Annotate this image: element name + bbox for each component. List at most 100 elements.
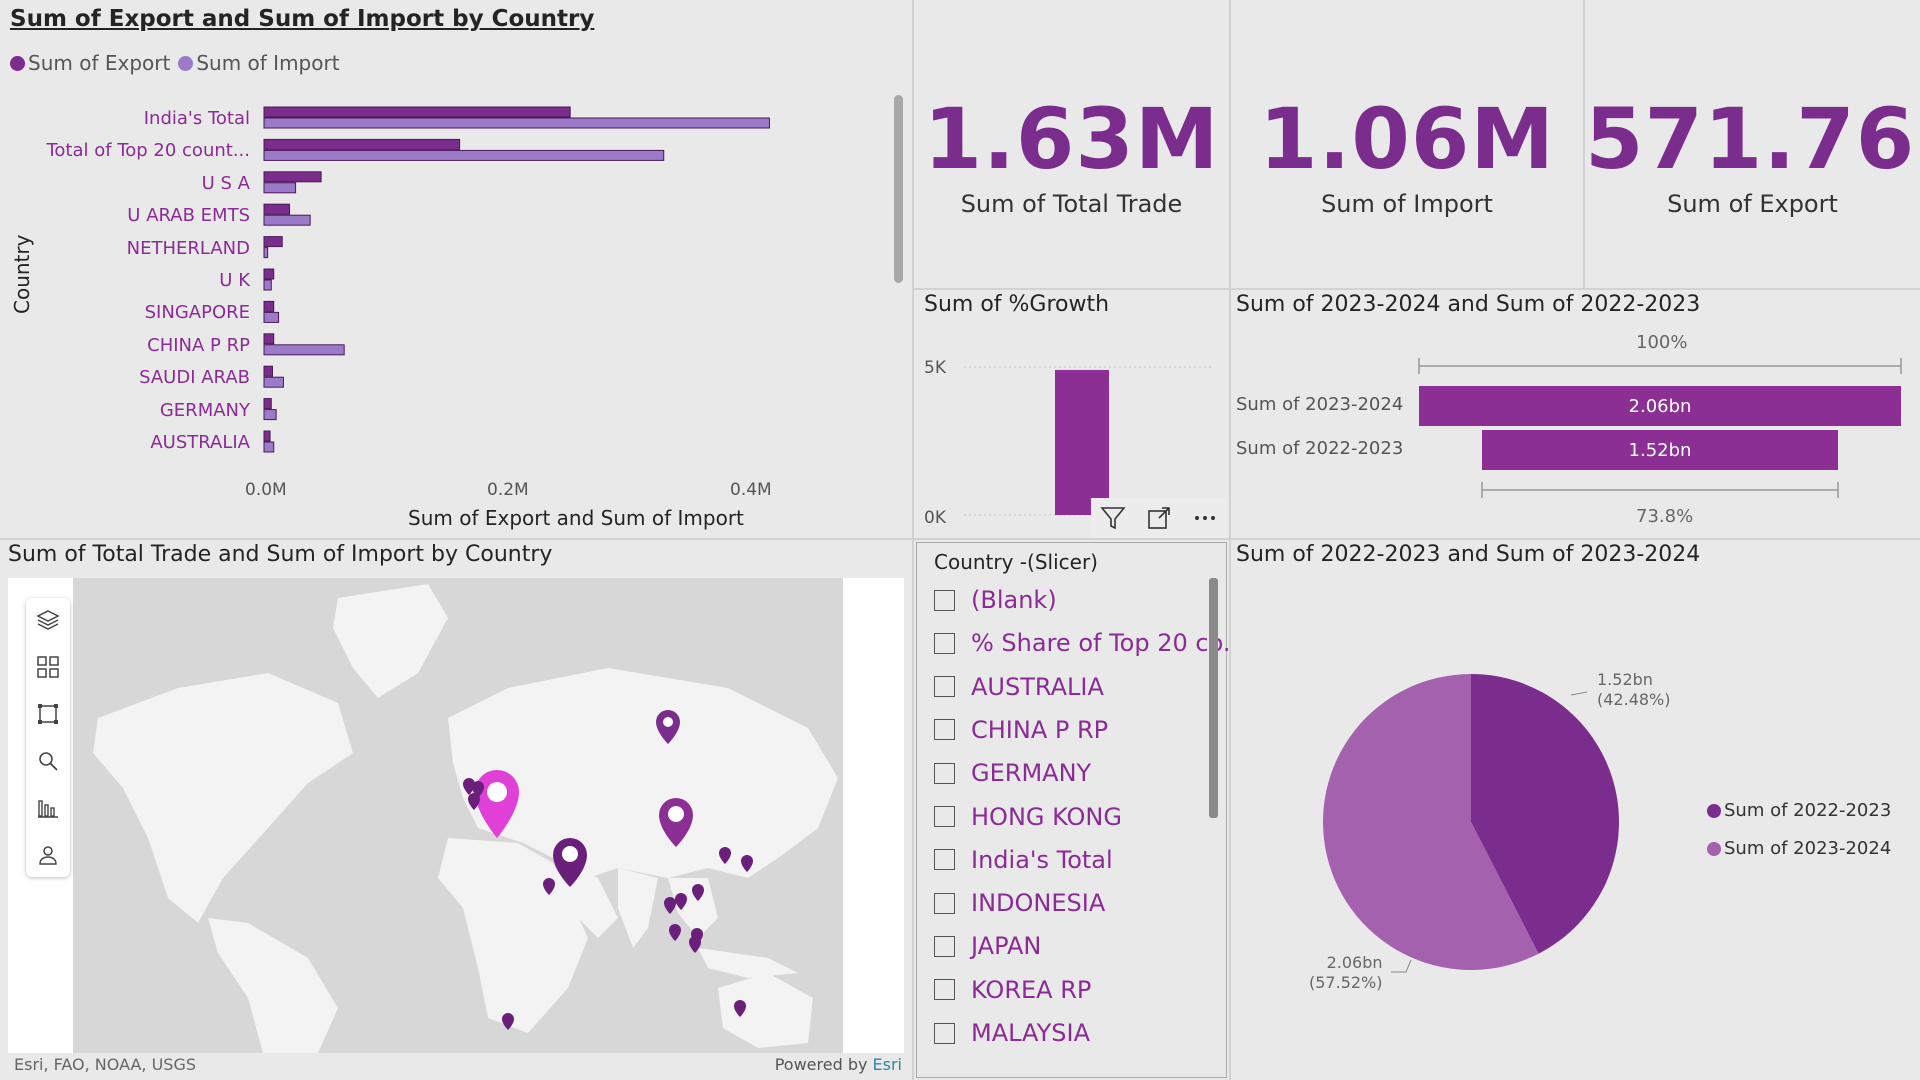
kpi-total-trade-value: 1.63M — [923, 90, 1220, 188]
slicer-checkbox[interactable] — [934, 806, 955, 827]
funnel-row-value-2: 1.52bn — [1628, 440, 1692, 461]
search-icon[interactable] — [30, 743, 66, 779]
pie-legend-dot-2022 — [1707, 804, 1721, 818]
slicer-item[interactable]: (Blank) — [934, 585, 1057, 615]
bar-import[interactable] — [263, 279, 272, 291]
slicer-item-label: CHINA P RP — [971, 715, 1109, 744]
pie-legend-item-2023[interactable]: Sum of 2023-2024 — [1707, 830, 1891, 868]
pie-legend-item-2022[interactable]: Sum of 2022-2023 — [1707, 792, 1891, 830]
slicer-item[interactable]: GERMANY — [934, 758, 1091, 788]
map-esri-link[interactable]: Esri — [873, 1055, 902, 1074]
slicer-checkbox[interactable] — [934, 892, 955, 914]
slicer-checkbox[interactable] — [934, 589, 955, 611]
bar-export[interactable] — [263, 106, 571, 118]
slicer-checkbox[interactable] — [934, 849, 955, 871]
bar-export[interactable] — [263, 430, 271, 442]
kpi-import-card: 1.06M Sum of Import — [1231, 0, 1585, 290]
bar-export[interactable] — [263, 171, 322, 183]
pie-slice2-value: 2.06bn — [1326, 953, 1383, 972]
x-tick-0: 0.0M — [245, 480, 287, 500]
slicer-title: Country -(Slicer) — [934, 550, 1098, 574]
bar-chart-scrollbar[interactable] — [894, 95, 903, 283]
funnel-chart-panel: Sum of 2023-2024 and Sum of 2022-2023 10… — [1231, 290, 1920, 540]
filter-icon[interactable] — [1095, 500, 1131, 536]
pie-legend-label-2023: Sum of 2023-2024 — [1724, 838, 1892, 859]
slicer-item[interactable]: MALAYSIA — [934, 1018, 1090, 1048]
slicer-item-label: AUSTRALIA — [971, 672, 1104, 701]
visual-header — [1091, 498, 1227, 538]
map-canvas[interactable]: Esri, FAO, NOAA, USGS — [8, 578, 904, 1053]
bar-legend-icon[interactable] — [30, 790, 66, 826]
slicer-checkbox[interactable] — [934, 719, 955, 741]
focus-mode-icon[interactable] — [1141, 500, 1177, 536]
bar-chart-plot — [263, 106, 770, 453]
bar-export[interactable] — [263, 398, 272, 410]
slicer-item[interactable]: INDONESIA — [934, 888, 1105, 918]
slicer-scrollbar[interactable] — [1209, 578, 1218, 818]
bar-import[interactable] — [263, 441, 275, 453]
y-axis-title: Country — [10, 234, 34, 314]
category-label: SAUDI ARAB — [139, 367, 250, 389]
slicer-checkbox[interactable] — [934, 676, 955, 698]
growth-bar[interactable] — [1055, 369, 1109, 515]
bar-import[interactable] — [263, 344, 345, 356]
bar-export[interactable] — [263, 268, 275, 280]
funnel-row-label-1: Sum of 2023-2024 — [1236, 394, 1404, 415]
rect-select-icon[interactable] — [30, 696, 66, 732]
map-attribution-text: Esri, FAO, NOAA, USGS — [14, 1055, 197, 1074]
bar-import[interactable] — [263, 117, 770, 129]
pie-chart-panel: Sum of 2022-2023 and Sum of 2023-2024 1.… — [1231, 540, 1920, 1080]
bar-export[interactable] — [263, 203, 291, 215]
layers-icon[interactable] — [30, 602, 66, 638]
bar-import[interactable] — [263, 182, 297, 194]
slicer-checkbox[interactable] — [934, 762, 955, 784]
country-slicer-panel: Country -(Slicer) (Blank) % Share of Top … — [914, 540, 1246, 1080]
more-options-icon[interactable] — [1187, 500, 1223, 536]
slicer-checkbox[interactable] — [934, 935, 955, 957]
slicer-item[interactable]: % Share of Top 20 co... — [934, 628, 1246, 658]
category-label: U K — [219, 270, 250, 291]
slicer-item[interactable]: AUSTRALIA — [934, 672, 1104, 702]
slicer-item-label: HONG KONG — [971, 802, 1122, 831]
kpi-export-card: 571.76K Sum of Export — [1585, 0, 1920, 290]
kpi-total-trade-card: 1.63M Sum of Total Trade — [914, 0, 1231, 290]
slicer-item[interactable]: HONG KONG — [934, 802, 1122, 832]
slicer-checkbox[interactable] — [934, 632, 955, 654]
slicer-item[interactable]: CHINA P RP — [934, 715, 1108, 745]
slicer-item-label: (Blank) — [971, 586, 1057, 614]
legend-dot-export — [10, 55, 25, 71]
slicer-item-label: MALAYSIA — [971, 1019, 1090, 1047]
category-label: Total of Top 20 count... — [46, 140, 250, 162]
pie-slice1-data-label: 1.52bn (42.48%) — [1597, 670, 1671, 710]
bar-import[interactable] — [263, 376, 284, 388]
bar-import[interactable] — [263, 214, 311, 226]
slicer-item[interactable]: KOREA RP — [934, 975, 1091, 1005]
category-labels: India's Total Total of Top 20 count... U S… — [40, 0, 250, 480]
category-label: GERMANY — [159, 399, 250, 421]
bar-import[interactable] — [263, 247, 269, 259]
bar-export[interactable] — [263, 138, 461, 150]
slicer-item-label: KOREA RP — [971, 975, 1092, 1004]
bar-export[interactable] — [263, 236, 283, 248]
map-toolbar — [26, 598, 70, 877]
category-label: SINGAPORE — [144, 302, 250, 324]
slicer-item[interactable]: JAPAN — [934, 931, 1041, 961]
map-attribution: Esri, FAO, NOAA, USGS — [14, 1052, 196, 1053]
bar-import[interactable] — [263, 409, 277, 421]
funnel-row-label-2: Sum of 2022-2023 — [1236, 438, 1404, 459]
slicer-item[interactable]: India's Total — [934, 845, 1113, 875]
person-icon[interactable] — [30, 837, 66, 873]
slicer-checkbox[interactable] — [934, 1022, 955, 1044]
bar-import[interactable] — [263, 311, 280, 323]
bar-export[interactable] — [263, 333, 275, 345]
world-map[interactable] — [8, 578, 904, 1053]
slicer-checkbox[interactable] — [934, 979, 955, 1001]
funnel-row-value-1: 2.06bn — [1628, 396, 1692, 417]
pie-legend-label-2022: Sum of 2022-2023 — [1724, 800, 1892, 821]
x-tick-2: 0.4M — [730, 480, 772, 500]
pie-slice2-percent: (57.52%) — [1309, 973, 1383, 992]
bar-export[interactable] — [263, 300, 275, 312]
qr-select-icon[interactable] — [30, 649, 66, 685]
bar-export[interactable] — [263, 365, 274, 377]
bar-import[interactable] — [263, 149, 665, 161]
